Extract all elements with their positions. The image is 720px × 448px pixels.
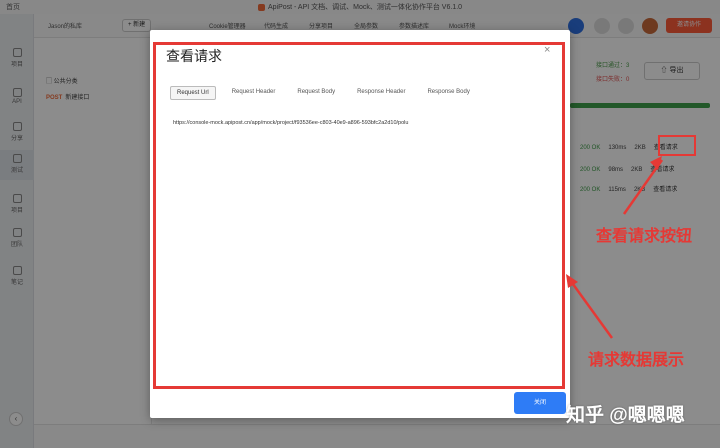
watermark: 知乎 @嗯嗯嗯 [566,405,685,426]
annotation-box-button [658,135,696,156]
annotation-label-data: 请求数据展示 [588,352,685,369]
annotation-label-button: 查看请求按钮 [596,228,693,245]
annotation-box-data [153,42,565,389]
close-button[interactable]: 关闭 [514,392,566,414]
